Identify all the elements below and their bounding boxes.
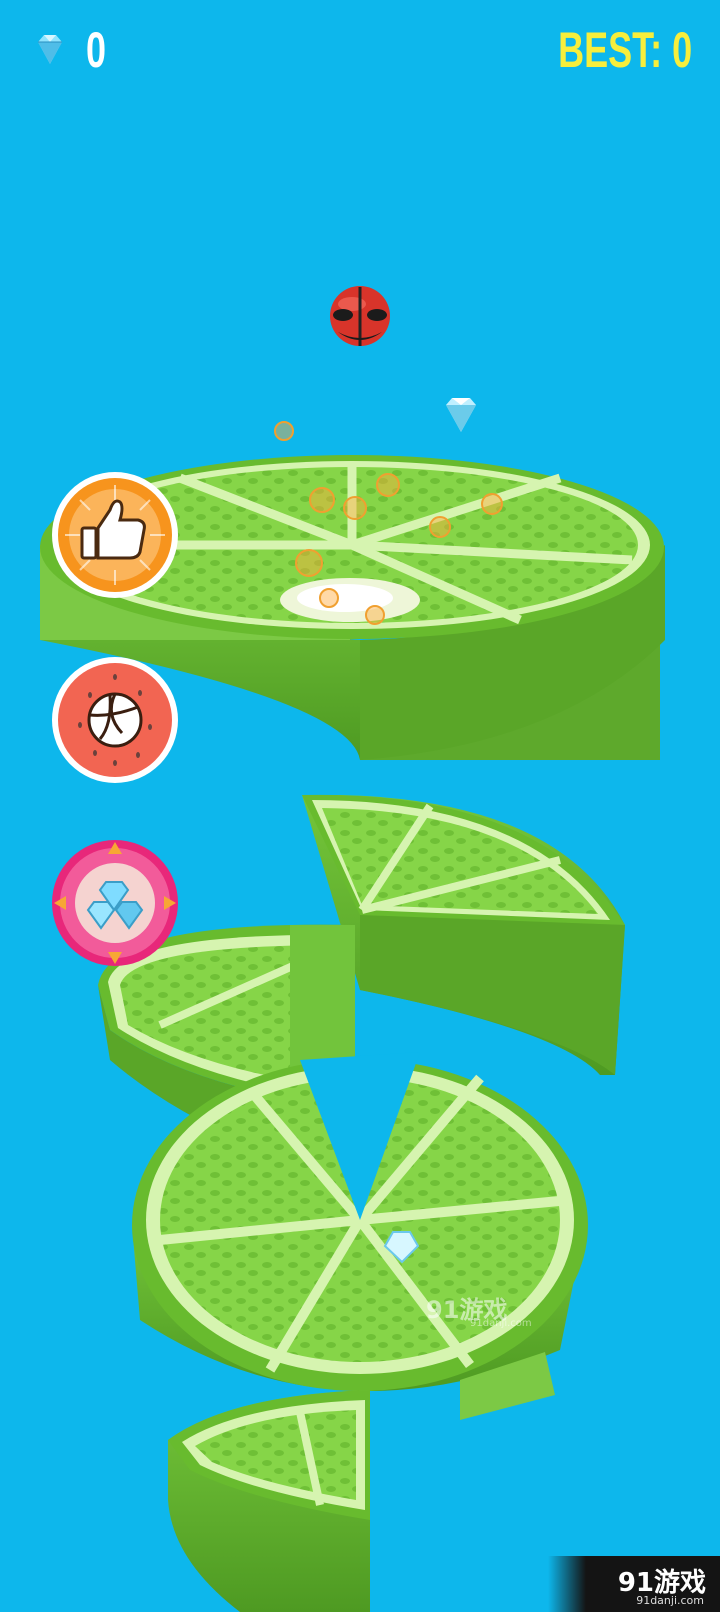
ladybug-ball bbox=[330, 286, 390, 346]
watermark-subtext: 91danji.com bbox=[470, 1318, 532, 1329]
diamond-pickup bbox=[446, 398, 476, 432]
lime-platform-3 bbox=[132, 1052, 588, 1420]
ball-select-button[interactable] bbox=[50, 655, 180, 785]
corner-watermark-subtext: 91danji.com bbox=[636, 1594, 704, 1607]
like-button[interactable] bbox=[50, 470, 180, 600]
corner-watermark: 91游戏 91danji.com bbox=[548, 1556, 720, 1612]
lime-platform-4 bbox=[168, 1390, 370, 1612]
game-scene[interactable] bbox=[0, 0, 720, 1612]
volleyball-icon bbox=[87, 692, 143, 748]
shop-button[interactable] bbox=[50, 838, 180, 968]
